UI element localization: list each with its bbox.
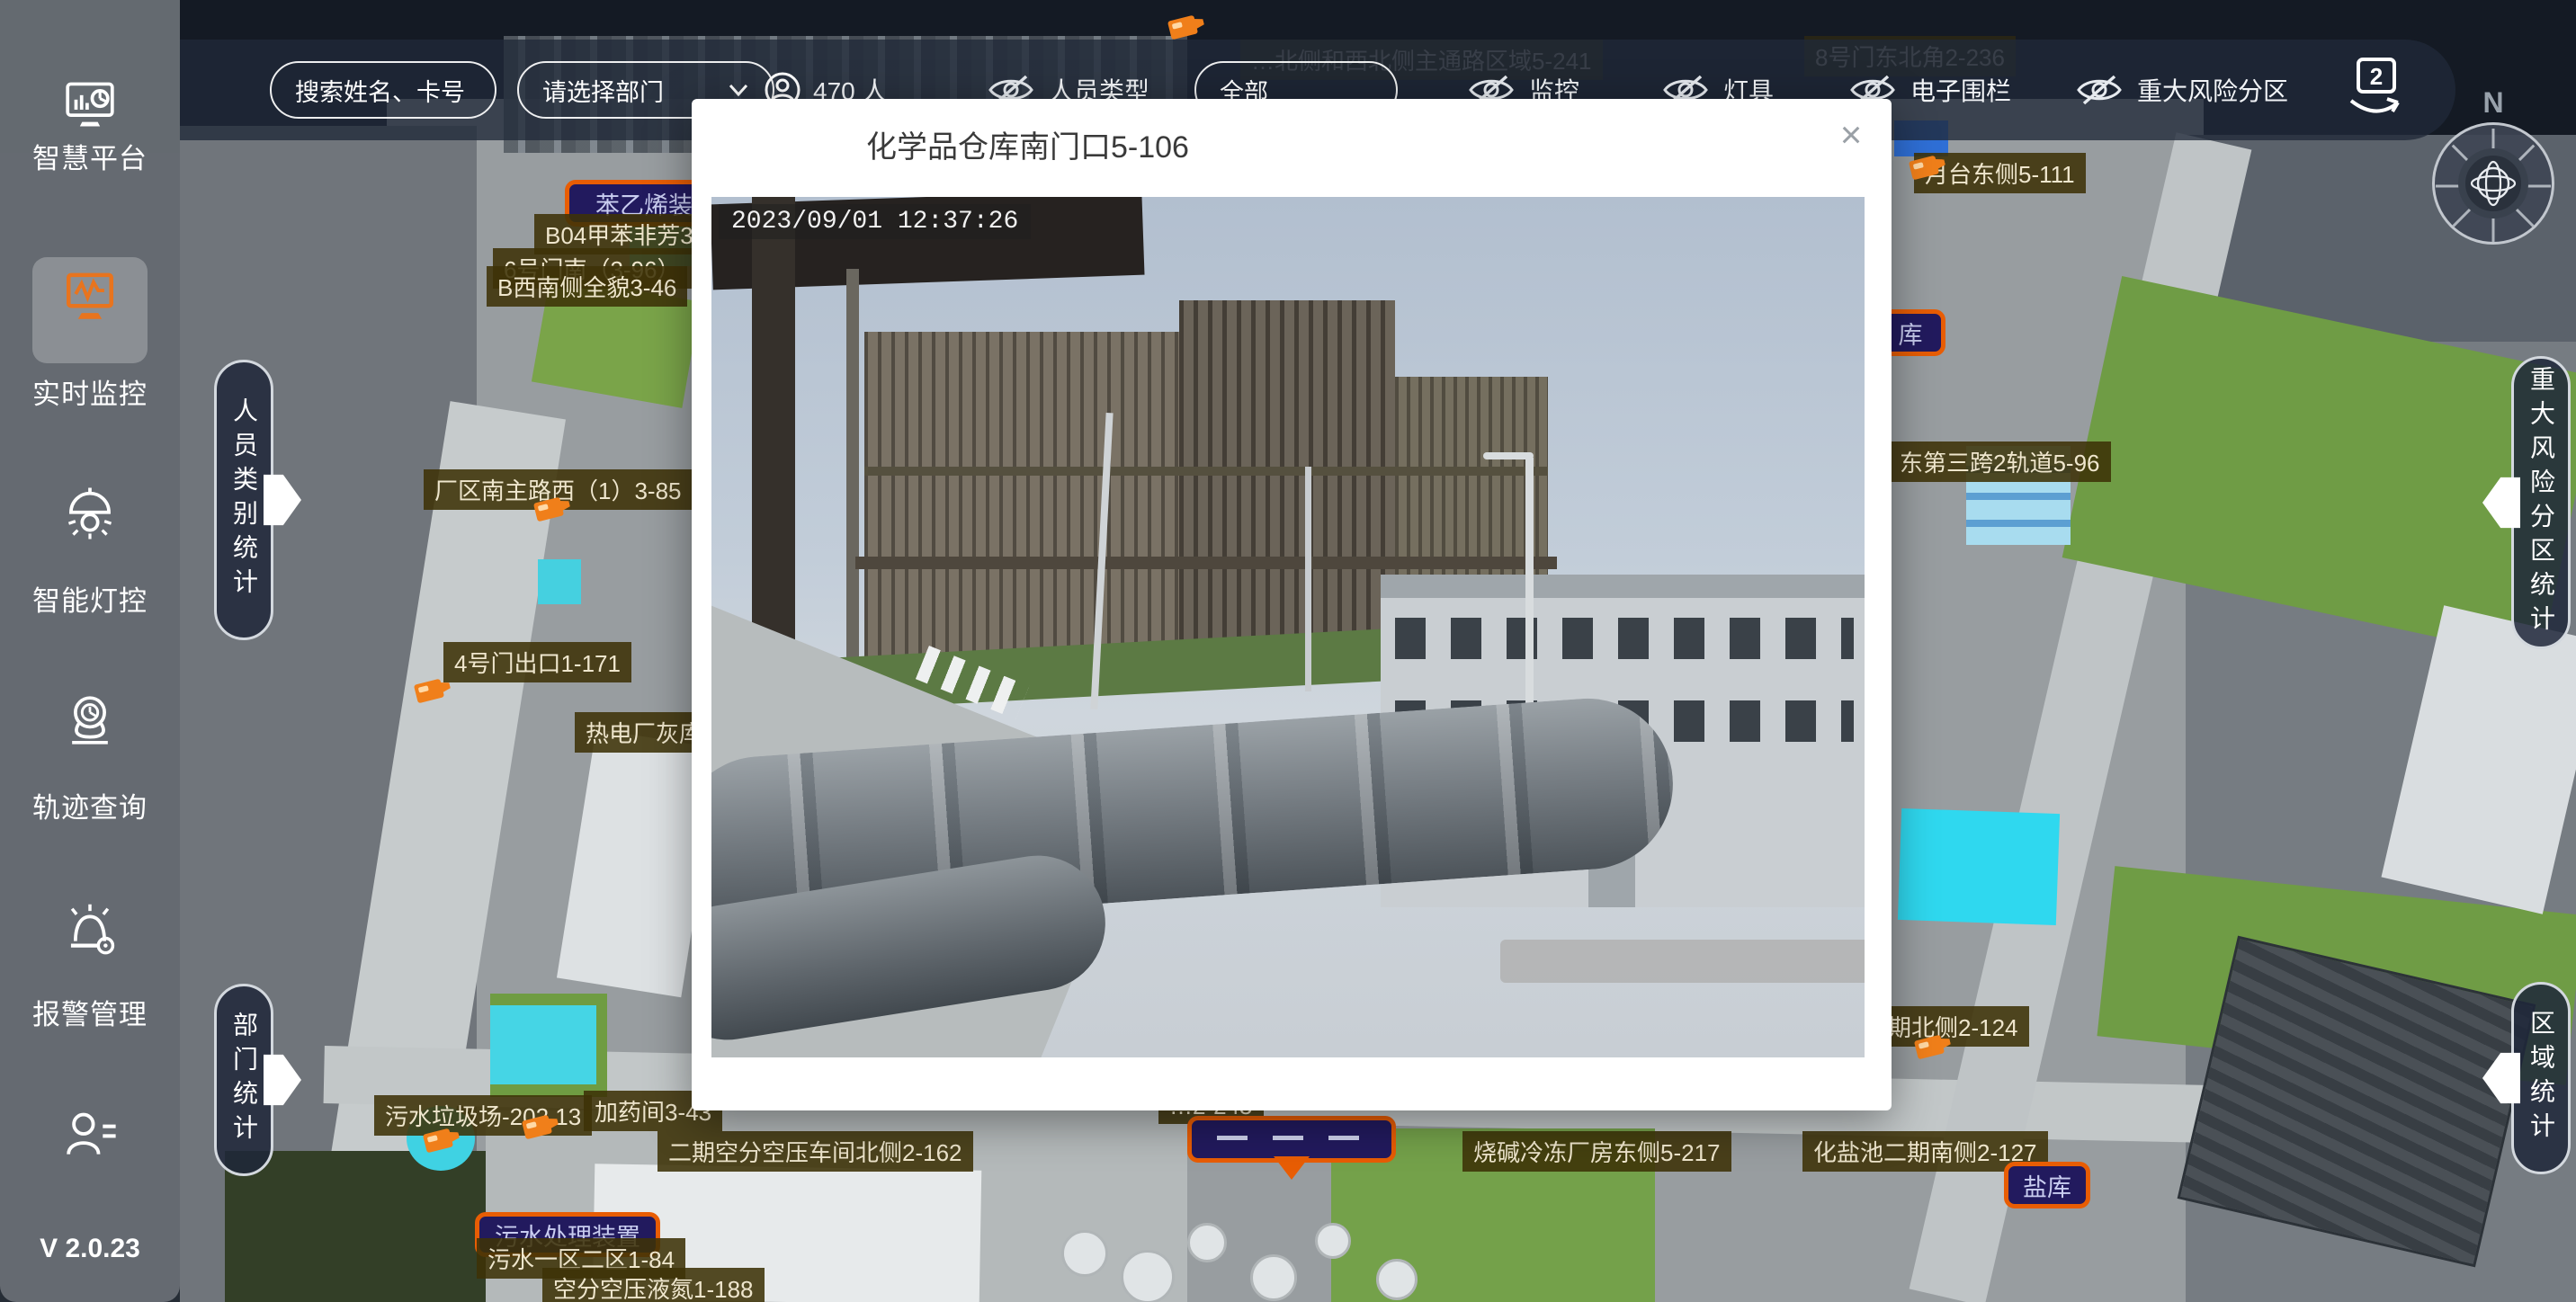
realtime-monitor-icon <box>60 270 120 326</box>
eye-off-icon <box>2076 73 2123 107</box>
map-label[interactable]: B西南侧全貌3-46 <box>487 266 687 307</box>
sidebar-item-lamp-control[interactable]: 智能灯控 <box>0 486 180 619</box>
screen-switch-button[interactable]: 2 <box>2340 54 2411 126</box>
tab-label: 重大风险分区统计 <box>2523 366 2559 639</box>
sidebar-item-label: 轨迹查询 <box>0 785 180 825</box>
alarm-bell-icon <box>62 901 118 957</box>
tab-label: 区域统计 <box>2523 1010 2559 1146</box>
main-sidebar: 智慧平台 实时监控 智能灯控 <box>0 0 180 1302</box>
map-label[interactable]: 月台东侧5-111 <box>1914 153 2086 193</box>
map-label[interactable]: 4号门出口1-171 <box>443 642 631 682</box>
map-label[interactable]: 东第三跨2轨道5-96 <box>1889 441 2111 482</box>
department-placeholder: 请选择部门 <box>542 73 664 108</box>
screen-2-icon: 2 <box>2340 54 2411 126</box>
photo-plant-deck <box>855 557 1557 569</box>
cctv-camera-icon[interactable] <box>1167 15 1198 40</box>
camera-dialog: 化学品仓库南门口5-106 × 2 <box>692 99 1892 1110</box>
sidebar-item-label: 智慧平台 <box>0 136 180 176</box>
person-list-icon <box>62 1108 118 1160</box>
sidebar-item-person-list[interactable] <box>0 1108 180 1164</box>
photo-structure <box>846 269 859 664</box>
search-input-wrap: 搜索姓名、卡号 <box>270 40 496 140</box>
photo-plant-tower <box>1179 300 1395 655</box>
toggle-risk-zone[interactable]: 重大风险分区 <box>2076 40 2288 140</box>
photo-plant-tower <box>864 332 1179 664</box>
app-version: V 2.0.23 <box>0 1234 180 1264</box>
photo-building-roof <box>1381 575 1865 598</box>
sidebar-item-label: 报警管理 <box>0 992 180 1032</box>
photo-building-windows <box>1395 618 1854 659</box>
map-label[interactable]: 烧碱冷冻厂房东侧5-217 <box>1462 1131 1731 1172</box>
map-label[interactable]: 盐库 <box>2004 1162 2090 1208</box>
close-icon[interactable]: × <box>1830 115 1872 156</box>
compass-ring <box>2432 122 2554 245</box>
map-label[interactable]: 二期空分空压车间北侧2-162 <box>657 1131 973 1172</box>
toggle-label: 电子围栏 <box>1910 72 2011 108</box>
map-label[interactable]: 空分空压液氮1-188 <box>542 1268 765 1302</box>
photo-light-pole <box>1305 467 1311 691</box>
sidebar-item-label: 智能灯控 <box>0 578 180 619</box>
sidebar-item-platform[interactable]: 智慧平台 <box>0 79 180 176</box>
track-pin-icon <box>62 692 118 748</box>
svg-text:2: 2 <box>2370 63 2383 90</box>
map-label[interactable] <box>1187 1116 1396 1163</box>
sidebar-item-realtime-monitor[interactable]: 实时监控 <box>0 270 180 412</box>
map-label[interactable]: 污水垃圾场-202.13 <box>374 1095 592 1136</box>
watermark-redacted-bar <box>1500 940 1865 983</box>
compass-center <box>2458 148 2528 218</box>
cctv-camera-icon[interactable] <box>414 679 444 704</box>
photo-light-pole-arm <box>1483 452 1534 459</box>
sidebar-item-alarm-management[interactable]: 报警管理 <box>0 901 180 1032</box>
smart-park-app: 苯乙烯装卸站B04甲苯非芳3-106号门南（3-96）B西南侧全貌3-46厂区南… <box>0 0 2576 1302</box>
smart-lamp-icon <box>62 486 118 541</box>
dashboard-monitor-icon <box>62 79 118 131</box>
tab-label: 部门统计 <box>226 1012 262 1148</box>
dialog-title: 化学品仓库南门口5-106 <box>866 122 1189 166</box>
sidebar-item-label: 实时监控 <box>0 371 180 412</box>
tab-label: 人员类别统计 <box>226 397 262 602</box>
search-input[interactable]: 搜索姓名、卡号 <box>270 61 496 119</box>
sidebar-item-track-query[interactable]: 轨迹查询 <box>0 692 180 825</box>
search-placeholder: 搜索姓名、卡号 <box>295 73 465 108</box>
chevron-down-icon <box>728 83 749 97</box>
callout-tail <box>1274 1156 1310 1198</box>
photo-plant-deck <box>864 467 1548 476</box>
camera-snapshot: 2023/09/01 12:37:26 <box>711 197 1865 1057</box>
camera-timestamp: 2023/09/01 12:37:26 <box>719 204 1031 239</box>
toggle-label: 重大风险分区 <box>2137 72 2288 108</box>
gyro-globe-icon <box>2470 160 2517 207</box>
